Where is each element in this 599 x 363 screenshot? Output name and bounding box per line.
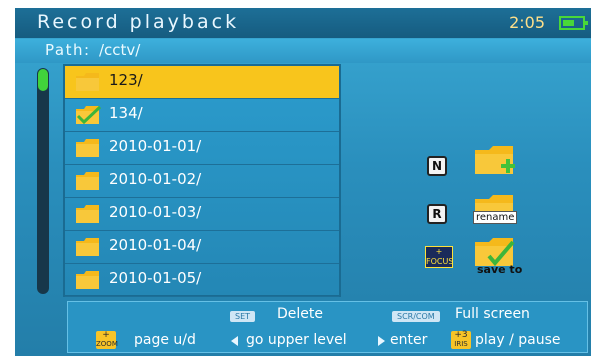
clock: 2:05 [509,13,545,32]
folder-icon [76,238,99,256]
file-name: 123/ [109,71,143,89]
file-list-item[interactable]: 123/ [65,66,339,99]
enter-hint: enter [390,332,428,348]
set-key: SET [230,311,256,322]
iris-key-bottom: IRIS [454,340,468,348]
file-name: 2010-01-02/ [109,170,202,188]
left-arrow-icon [231,336,238,346]
folder-icon [76,271,99,289]
focus-key-bottom: FOCUS [426,257,454,266]
folder-icon [76,73,99,91]
screen-title: Record playback [37,11,240,33]
scr-com-key: SCR/COM [392,311,440,322]
right-arrow-icon [378,336,385,346]
zoom-key-icon: + ZOOM [96,330,118,349]
file-name: 2010-01-05/ [109,269,202,287]
folder-checked-icon [76,105,101,125]
file-list-item[interactable]: 2010-01-02/ [65,165,339,198]
folder-add-icon[interactable] [473,142,519,182]
file-name: 2010-01-03/ [109,203,202,221]
file-list-item[interactable]: 2010-01-01/ [65,132,339,165]
file-list: 123/134/2010-01-01/2010-01-02/2010-01-03… [63,64,341,297]
play-pause-hint: play / pause [475,332,561,348]
delete-hint: Delete [277,306,323,322]
zoom-key-top: + [102,330,110,340]
folder-icon [76,205,99,223]
file-list-item[interactable]: 134/ [65,99,339,132]
full-screen-hint: Full screen [455,306,530,322]
upper-level-hint: go upper level [246,332,347,348]
path-label: Path: [45,41,91,59]
n-key-icon: N [427,156,447,176]
r-key-icon: R [427,204,447,224]
record-playback-screen: Record playback 2:05 Path: /cctv/ 123/13… [15,8,591,356]
folder-icon [76,172,99,190]
path-value: /cctv/ [99,41,141,59]
file-list-item[interactable]: 2010-01-03/ [65,198,339,231]
page-ud-hint: page u/d [134,332,196,348]
iris-key-top: +3 [454,330,468,340]
zoom-key-bottom: ZOOM [96,340,118,348]
file-name: 134/ [109,104,143,122]
rename-label: rename [473,211,518,224]
file-name: 2010-01-04/ [109,236,202,254]
file-list-item[interactable]: 2010-01-04/ [65,231,339,264]
path-bar: Path: /cctv/ [15,39,591,63]
scrollbar[interactable] [37,68,49,294]
title-bar: Record playback 2:05 [15,8,591,38]
save-to-label: save to [477,263,523,276]
help-panel: SET Delete SCR/COM Full screen + ZOOM pa… [67,301,588,353]
iris-key-icon: +3 IRIS [451,331,471,349]
focus-key-icon: + FOCUS [425,246,453,268]
scrollbar-thumb[interactable] [38,69,48,91]
focus-key-top: + [435,247,443,256]
battery-icon [559,16,588,30]
file-name: 2010-01-01/ [109,137,202,155]
folder-icon [76,139,99,157]
file-list-item[interactable]: 2010-01-05/ [65,264,339,297]
